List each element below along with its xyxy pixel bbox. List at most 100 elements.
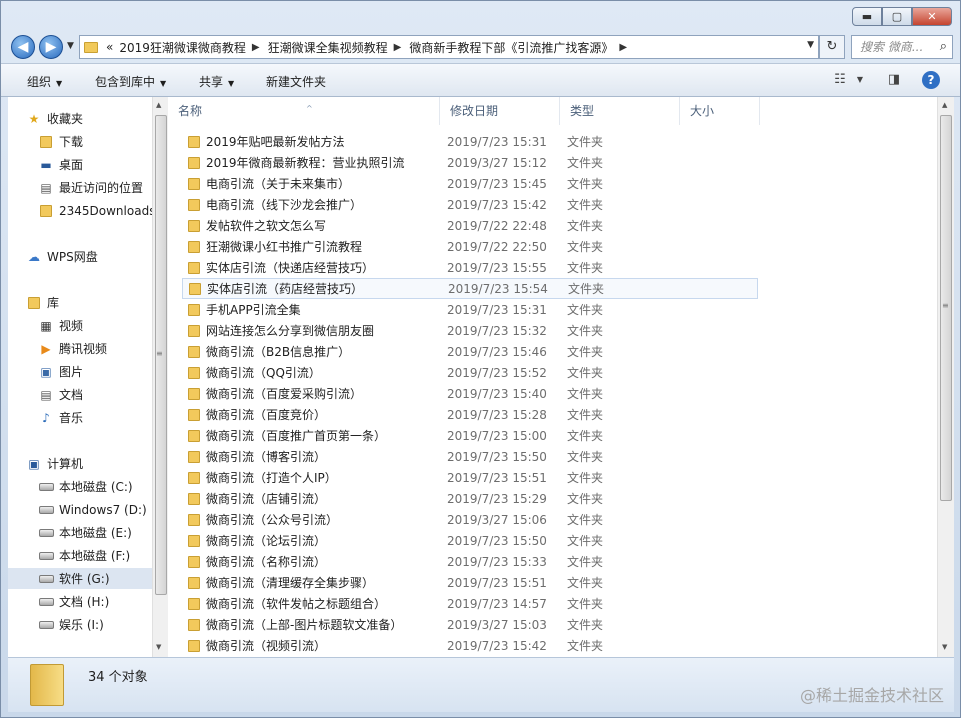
file-row[interactable]: 电商引流（关于未来集市） 2019/7/23 15:45 文件夹: [182, 173, 758, 194]
file-row[interactable]: 2019年贴吧最新发帖方法 2019/7/23 15:31 文件夹: [182, 131, 758, 152]
scroll-down-icon[interactable]: ▼: [942, 643, 947, 651]
scroll-up-icon[interactable]: ▲: [942, 101, 947, 109]
file-row[interactable]: 狂潮微课小红书推广引流教程 2019/7/22 22:50 文件夹: [182, 236, 758, 257]
breadcrumb-separator-icon[interactable]: ▶: [252, 42, 260, 53]
sidebar-scrollbar[interactable]: ▲ ≡ ▼: [152, 97, 168, 657]
scroll-up-icon[interactable]: ▲: [156, 101, 161, 109]
cloud-icon: ☁: [28, 249, 40, 264]
file-row[interactable]: 微商引流（名称引流） 2019/7/23 15:33 文件夹: [182, 551, 758, 572]
folder-icon: [84, 41, 98, 53]
file-row[interactable]: 发帖软件之软文怎么写 2019/7/22 22:48 文件夹: [182, 215, 758, 236]
scroll-down-icon[interactable]: ▼: [156, 643, 161, 651]
column-header-type[interactable]: 类型: [560, 97, 680, 125]
file-date: 2019/7/23 15:51: [447, 470, 547, 485]
breadcrumb-separator-icon[interactable]: ▶: [619, 42, 627, 53]
file-row[interactable]: 微商引流（QQ引流） 2019/7/23 15:52 文件夹: [182, 362, 758, 383]
close-button[interactable]: ✕: [912, 7, 952, 26]
file-date: 2019/7/22 22:50: [447, 239, 547, 254]
file-row[interactable]: 微商引流（店铺引流） 2019/7/23 15:29 文件夹: [182, 488, 758, 509]
file-row[interactable]: 微商引流（B2B信息推广） 2019/7/23 15:46 文件夹: [182, 341, 758, 362]
folder-icon: [30, 664, 64, 706]
sidebar-item-computer[interactable]: ▣ 计算机: [26, 453, 171, 474]
file-row[interactable]: 网站连接怎么分享到微信朋友圈 2019/7/23 15:32 文件夹: [182, 320, 758, 341]
back-button[interactable]: ◀: [11, 35, 35, 59]
file-row[interactable]: 微商引流（博客引流） 2019/7/23 15:50 文件夹: [182, 446, 758, 467]
computer-icon: ▣: [28, 456, 40, 471]
file-name: 微商引流（百度爱采购引流）: [206, 387, 363, 401]
folder-icon: [188, 408, 200, 421]
file-row[interactable]: 2019年微商最新教程：营业执照引流 2019/3/27 15:12 文件夹: [182, 152, 758, 173]
recent-pages-dropdown[interactable]: ▼: [67, 41, 74, 51]
sidebar-item-favorites[interactable]: ★ 收藏夹: [26, 108, 171, 129]
breadcrumb-item[interactable]: 微商新手教程下部《引流推广找客源》: [409, 39, 613, 56]
organize-menu[interactable]: 组织 ▼: [27, 73, 62, 90]
breadcrumb-item[interactable]: 2019狂潮微课微商教程: [119, 39, 246, 56]
search-icon[interactable]: ⌕: [940, 36, 947, 58]
minimize-button[interactable]: ▬: [852, 7, 882, 26]
sidebar-item-label: 最近访问的位置: [59, 181, 144, 195]
chevron-down-icon: ▼: [228, 79, 235, 88]
file-date: 2019/7/23 15:33: [447, 554, 547, 569]
new-folder-button[interactable]: 新建文件夹: [266, 73, 326, 90]
column-header-date[interactable]: 修改日期: [440, 97, 560, 125]
column-header-name[interactable]: 名称 ^: [168, 97, 440, 125]
file-row[interactable]: 微商引流（软件发帖之标题组合） 2019/7/23 14:57 文件夹: [182, 593, 758, 614]
folder-icon: [188, 492, 200, 505]
search-input[interactable]: 搜索 微商... ⌕: [851, 35, 953, 59]
file-row[interactable]: 微商引流（公众号引流） 2019/3/27 15:06 文件夹: [182, 509, 758, 530]
folder-icon: [188, 303, 200, 316]
sidebar-item-label: 计算机: [47, 457, 84, 471]
navigation-pane: ★ 收藏夹 下载 ▬ 桌面 ▤ 最近访问的位置 2345Downloads ☁ WPS网…: [8, 97, 155, 657]
file-row[interactable]: 微商引流（百度爱采购引流） 2019/7/23 15:40 文件夹: [182, 383, 758, 404]
help-icon[interactable]: ?: [922, 71, 940, 89]
file-row[interactable]: 微商引流（百度竞价） 2019/7/23 15:28 文件夹: [182, 404, 758, 425]
file-row[interactable]: 微商引流（清理缓存全集步骤） 2019/7/23 15:51 文件夹: [182, 572, 758, 593]
forward-button[interactable]: ▶: [39, 35, 63, 59]
breadcrumb-item[interactable]: 狂潮微课全集视频教程: [268, 39, 388, 56]
file-row[interactable]: 微商引流（打造个人IP） 2019/7/23 15:51 文件夹: [182, 467, 758, 488]
file-name: 电商引流（线下沙龙会推广）: [206, 198, 363, 212]
file-row[interactable]: 微商引流（百度推广首页第一条） 2019/7/23 15:00 文件夹: [182, 425, 758, 446]
file-type: 文件夹: [567, 492, 604, 506]
address-dropdown-icon[interactable]: ▼: [807, 40, 814, 50]
file-row[interactable]: 微商引流（视频引流） 2019/7/23 15:42 文件夹: [182, 635, 758, 656]
sidebar-item-drive-g[interactable]: 软件 (G:): [8, 568, 153, 589]
column-header-size[interactable]: 大小: [680, 97, 760, 125]
folder-icon: [188, 135, 200, 148]
file-row[interactable]: 电商引流（线下沙龙会推广） 2019/7/23 15:42 文件夹: [182, 194, 758, 215]
file-name: 网站连接怎么分享到微信朋友圈: [206, 324, 375, 338]
file-type: 文件夹: [568, 282, 605, 296]
sidebar-item-wps-cloud[interactable]: ☁ WPS网盘: [26, 246, 171, 267]
breadcrumb-separator-icon[interactable]: ▶: [394, 42, 402, 53]
breadcrumb-overflow[interactable]: «: [106, 40, 113, 54]
include-in-library-menu[interactable]: 包含到库中 ▼: [95, 73, 166, 90]
tencent-video-icon: ▶: [41, 341, 51, 356]
sidebar-item-libraries[interactable]: 库: [26, 292, 171, 313]
file-date: 2019/7/23 15:45: [447, 176, 547, 191]
address-bar[interactable]: « 2019狂潮微课微商教程 ▶ 狂潮微课全集视频教程 ▶ 微商新手教程下部《引…: [79, 35, 819, 59]
file-row[interactable]: 实体店引流（药店经营技巧） 2019/7/23 15:54 文件夹: [182, 278, 758, 299]
file-type: 文件夹: [567, 156, 604, 170]
file-name: 微商引流（论坛引流）: [206, 534, 327, 548]
pictures-icon: ▣: [40, 364, 52, 379]
preview-pane-icon[interactable]: ◨: [885, 71, 903, 89]
maximize-button[interactable]: ▢: [882, 7, 912, 26]
file-row[interactable]: 手机APP引流全集 2019/7/23 15:31 文件夹: [182, 299, 758, 320]
recent-places-icon: ▤: [40, 180, 52, 195]
folder-icon: [188, 177, 200, 190]
grip-icon: ≡: [942, 301, 949, 310]
file-row[interactable]: 微商引流（上部-图片标题软文准备） 2019/3/27 15:03 文件夹: [182, 614, 758, 635]
organize-label: 组织: [27, 75, 52, 89]
file-name: 发帖软件之软文怎么写: [206, 219, 327, 233]
file-type: 文件夹: [567, 555, 604, 569]
file-list-scrollbar[interactable]: ▲ ≡ ▼: [937, 97, 954, 657]
share-menu[interactable]: 共享 ▼: [199, 73, 234, 90]
file-row[interactable]: 实体店引流（快递店经营技巧） 2019/7/23 15:55 文件夹: [182, 257, 758, 278]
view-dropdown-icon[interactable]: ▼: [851, 71, 869, 89]
file-row[interactable]: 微商引流（论坛引流） 2019/7/23 15:50 文件夹: [182, 530, 758, 551]
view-options-icon[interactable]: ☷: [831, 71, 849, 89]
command-bar: 组织 ▼ 包含到库中 ▼ 共享 ▼ 新建文件夹 ☷ ▼ ◨ ?: [1, 63, 960, 97]
sidebar-item-label: 娱乐 (I:): [59, 618, 104, 632]
refresh-button[interactable]: ↻: [819, 35, 845, 59]
file-type: 文件夹: [567, 471, 604, 485]
